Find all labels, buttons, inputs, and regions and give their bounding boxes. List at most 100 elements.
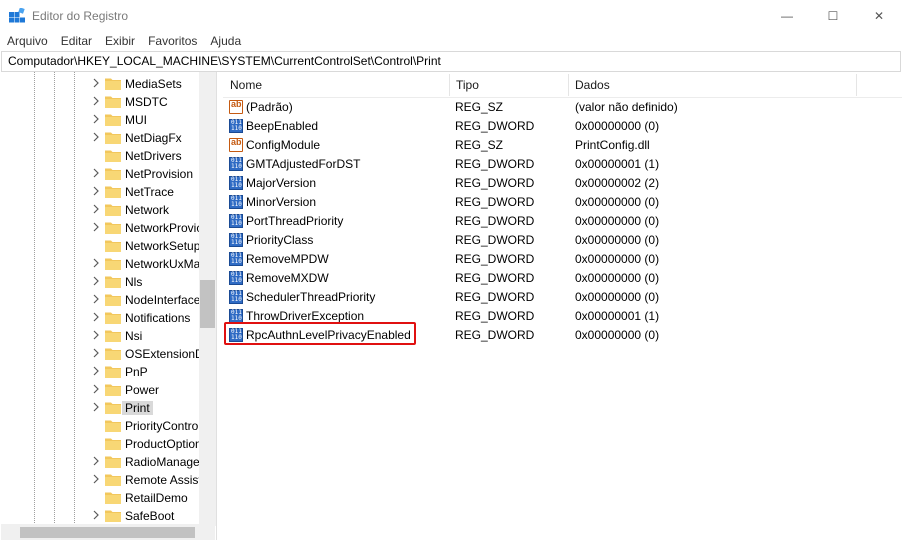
registry-editor-icon: [9, 8, 25, 23]
value-name: PortThreadPriority: [246, 214, 344, 228]
tree-item-label: MUI: [125, 113, 147, 127]
list-header: Nome Tipo Dados: [223, 72, 902, 98]
tree-item[interactable]: NetworkSetup: [1, 237, 200, 255]
value-row[interactable]: 011 110 SchedulerThreadPriority REG_DWORD 0x…: [223, 288, 902, 307]
value-name: MajorVersion: [246, 176, 317, 190]
folder-icon: [105, 384, 121, 396]
tree-item-label: NetTrace: [125, 185, 174, 199]
minimize-icon: —: [781, 9, 793, 23]
value-data: 0x00000001 (1): [575, 309, 660, 323]
menu-ajuda[interactable]: Ajuda: [203, 32, 247, 50]
value-data: 0x00000000 (0): [575, 119, 660, 133]
folder-icon: [105, 258, 121, 270]
tree-item-label: RetailDemo: [125, 491, 188, 505]
binary-value-icon: 011 110: [229, 233, 243, 247]
tree-item[interactable]: SafeBoot: [1, 507, 200, 525]
menu-favoritos[interactable]: Favoritos: [141, 32, 203, 50]
menu-arquivo[interactable]: Arquivo: [0, 32, 54, 50]
tree-item[interactable]: Power: [1, 381, 200, 399]
tree-item[interactable]: Print: [1, 399, 200, 417]
tree-item[interactable]: MSDTC: [1, 93, 200, 111]
tree-item[interactable]: RadioManager: [1, 453, 204, 471]
maximize-button[interactable]: ☐: [810, 0, 856, 32]
value-row[interactable]: 011 110 PriorityClass REG_DWORD 0x00000000 (…: [223, 231, 902, 250]
tree-item[interactable]: NetworkUxMa: [1, 255, 200, 273]
tree-item[interactable]: PnP: [1, 363, 200, 381]
tree-item[interactable]: NodeInterface: [1, 291, 200, 309]
tree-item[interactable]: NetworkProvic: [1, 219, 202, 237]
pane-splitter[interactable]: [216, 72, 222, 540]
minimize-button[interactable]: —: [764, 0, 810, 32]
tree-item[interactable]: Nls: [1, 273, 200, 291]
folder-icon: [105, 312, 121, 324]
value-row[interactable]: ab ConfigModule REG_SZ PrintConfig.dll: [223, 136, 902, 155]
tree-connector-lines: [34, 72, 75, 524]
value-data: 0x00000000 (0): [575, 252, 660, 266]
tree-item-label: Power: [125, 383, 160, 397]
tree-item[interactable]: Remote Assist: [1, 471, 202, 489]
column-header-name[interactable]: Nome: [223, 72, 449, 98]
tree-item-label: SafeBoot: [125, 509, 175, 523]
value-row[interactable]: 011 110 MajorVersion REG_DWORD 0x00000002 (2…: [223, 174, 902, 193]
tree-item-label: NodeInterface: [125, 293, 201, 307]
value-data: 0x00000000 (0): [575, 214, 660, 228]
value-row[interactable]: 011 110 MinorVersion REG_DWORD 0x00000000 (0…: [223, 193, 902, 212]
tree-item-label: OSExtensionD: [125, 347, 204, 361]
tree-item-label: Network: [125, 203, 170, 217]
value-row[interactable]: 011 110 PortThreadPriority REG_DWORD 0x00000…: [223, 212, 902, 231]
column-header-type[interactable]: Tipo: [449, 72, 569, 98]
tree-item[interactable]: Nsi: [1, 327, 200, 345]
value-row[interactable]: 011 110 GMTAdjustedForDST REG_DWORD 0x000000…: [223, 155, 902, 174]
column-header-data[interactable]: Dados: [568, 72, 858, 98]
tree-item-label: Nls: [125, 275, 143, 289]
folder-icon: [105, 402, 121, 414]
folder-icon: [105, 186, 121, 198]
tree-item[interactable]: ProductOption: [1, 435, 202, 453]
value-data: 0x00000000 (0): [575, 233, 660, 247]
value-data: 0x00000000 (0): [575, 328, 660, 342]
tree-horizontal-scroll-thumb[interactable]: [20, 527, 195, 538]
folder-icon: [105, 222, 121, 234]
binary-value-icon: 011 110: [229, 309, 243, 323]
value-row[interactable]: 011 110 BeepEnabled REG_DWORD 0x00000000 (0): [223, 117, 902, 136]
tree-item[interactable]: NetProvision: [1, 165, 200, 183]
value-type: REG_DWORD: [455, 328, 535, 342]
tree-item[interactable]: NetDiagFx: [1, 129, 200, 147]
binary-value-icon: 011 110: [229, 214, 243, 228]
value-row[interactable]: 011 110 RemoveMXDW REG_DWORD 0x00000000 (0): [223, 269, 902, 288]
tree-item[interactable]: RetailDemo: [1, 489, 200, 507]
menu-exibir[interactable]: Exibir: [98, 32, 141, 50]
folder-icon: [105, 510, 121, 522]
value-row[interactable]: 011 110 RemoveMPDW REG_DWORD 0x00000000 (0): [223, 250, 902, 269]
value-type: REG_SZ: [455, 100, 504, 114]
tree-vertical-scroll-thumb[interactable]: [200, 280, 215, 328]
column-divider[interactable]: [856, 74, 857, 96]
folder-icon: [105, 330, 121, 342]
tree-item[interactable]: MediaSets: [1, 75, 200, 93]
tree-item[interactable]: NetDrivers: [1, 147, 200, 165]
folder-icon: [105, 204, 121, 216]
value-type: REG_DWORD: [455, 290, 535, 304]
value-name: (Padrão): [246, 100, 293, 114]
address-bar[interactable]: Computador\HKEY_LOCAL_MACHINE\SYSTEM\Cur…: [1, 51, 901, 72]
folder-icon: [105, 474, 121, 486]
tree-item-label: NetworkSetup: [125, 239, 201, 253]
tree-item[interactable]: MUI: [1, 111, 200, 129]
tree-item-label: NetworkUxMa: [125, 257, 201, 271]
tree-item[interactable]: OSExtensionD: [1, 345, 204, 363]
value-type: REG_DWORD: [455, 195, 535, 209]
value-row[interactable]: ab (Padrão) REG_SZ (valor não definido): [223, 98, 902, 117]
tree-item[interactable]: NetTrace: [1, 183, 200, 201]
highlight-annotation: [224, 322, 416, 345]
values-list[interactable]: Nome Tipo Dados ab (Padrão) REG_SZ (valor n…: [223, 72, 902, 540]
tree-item[interactable]: PriorityContro: [1, 417, 200, 435]
value-name: SchedulerThreadPriority: [246, 290, 376, 304]
close-button[interactable]: ✕: [856, 0, 902, 32]
value-name: RemoveMXDW: [246, 271, 329, 285]
tree-item[interactable]: Network: [1, 201, 200, 219]
menu-editar[interactable]: Editar: [54, 32, 98, 50]
value-type: REG_DWORD: [455, 252, 535, 266]
value-data: 0x00000002 (2): [575, 176, 660, 190]
tree-item-label: PriorityContro: [125, 419, 199, 433]
tree-item[interactable]: Notifications: [1, 309, 200, 327]
